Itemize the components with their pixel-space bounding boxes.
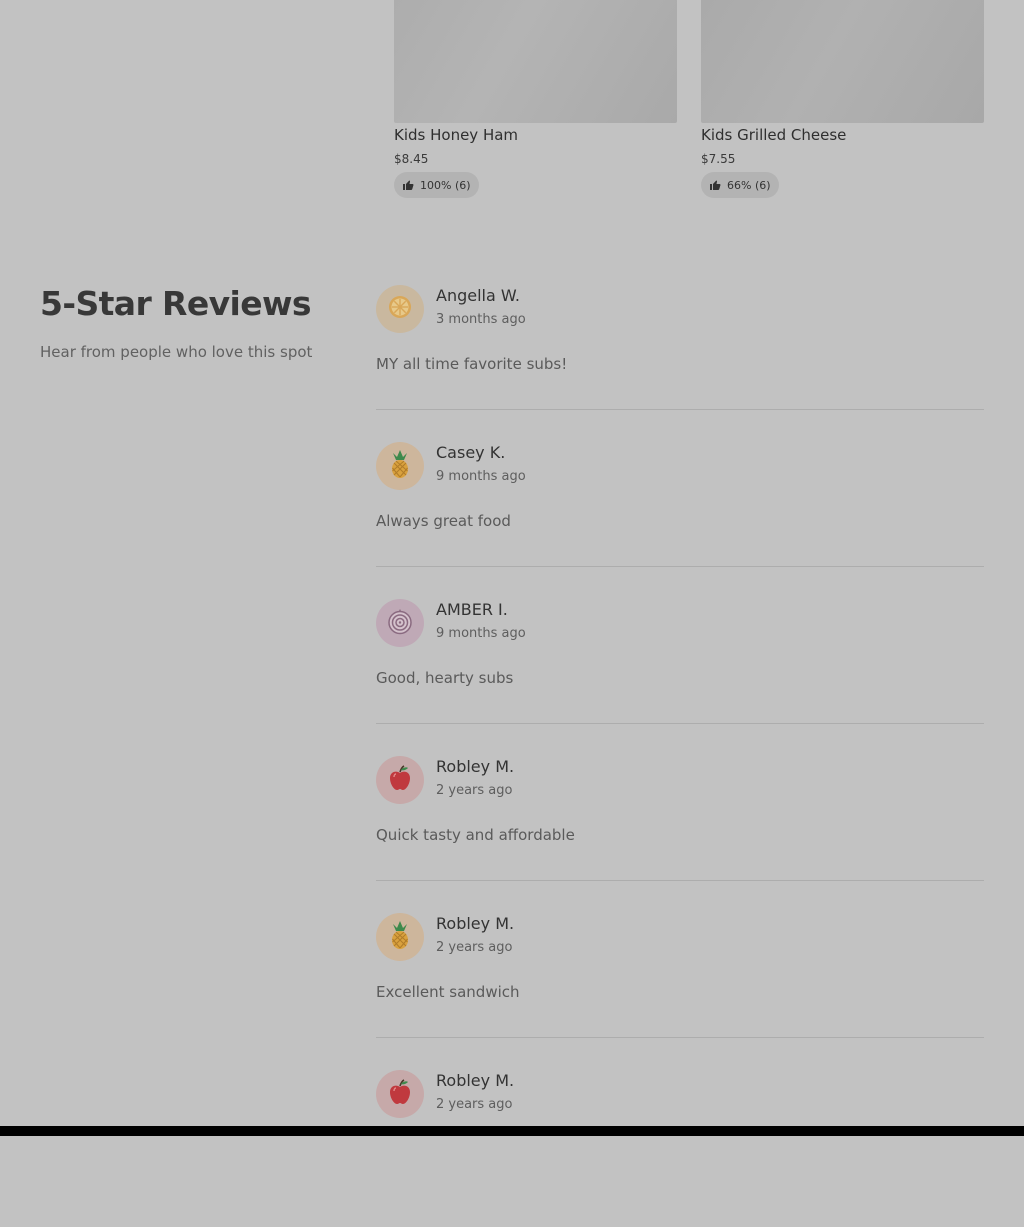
avatar	[376, 442, 424, 490]
review-item: AMBER I. 9 months ago Good, hearty subs	[376, 599, 984, 756]
product-card[interactable]: Kids Grilled Cheese $7.55 66% (6)	[701, 0, 984, 198]
thumbs-up-icon	[709, 179, 721, 191]
review-author: Casey K.	[436, 443, 506, 462]
section-subtitle: Hear from people who love this spot	[40, 343, 313, 361]
apple-icon	[386, 1078, 414, 1110]
section-title: 5-Star Reviews	[40, 284, 312, 323]
product-image[interactable]	[701, 0, 984, 123]
review-time: 2 years ago	[436, 783, 513, 798]
divider	[376, 1037, 984, 1038]
product-price: $7.55	[701, 152, 736, 166]
rating-badge: 100% (6)	[394, 172, 479, 198]
review-time: 2 years ago	[436, 940, 513, 955]
onion-icon	[386, 607, 414, 639]
avatar	[376, 756, 424, 804]
review-author: Angella W.	[436, 286, 520, 305]
review-time: 9 months ago	[436, 626, 526, 641]
product-card[interactable]: Kids Honey Ham $8.45 100% (6)	[394, 0, 677, 198]
review-text: MY all time favorite subs!	[376, 355, 568, 373]
divider	[376, 566, 984, 567]
avatar	[376, 913, 424, 961]
avatar	[376, 599, 424, 647]
divider	[376, 880, 984, 881]
review-time: 2 years ago	[436, 1097, 513, 1112]
review-author: Robley M.	[436, 914, 515, 933]
review-text: Quick tasty and affordable	[376, 826, 575, 844]
review-author: Robley M.	[436, 757, 515, 776]
divider	[376, 723, 984, 724]
product-name: Kids Honey Ham	[394, 126, 519, 144]
divider	[376, 409, 984, 410]
review-text: Always great food	[376, 512, 511, 530]
product-price: $8.45	[394, 152, 429, 166]
review-item: Robley M. 2 years ago Excellent sandwich	[376, 913, 984, 1070]
apple-icon	[386, 764, 414, 796]
thumbs-up-icon	[402, 179, 414, 191]
review-item: Robley M. 2 years ago	[376, 1070, 984, 1227]
product-image[interactable]	[394, 0, 677, 123]
pineapple-icon	[387, 920, 413, 954]
avatar	[376, 285, 424, 333]
avatar	[376, 1070, 424, 1118]
bottom-edge	[0, 1126, 1024, 1136]
review-text: Excellent sandwich	[376, 983, 520, 1001]
rating-text: 66% (6)	[727, 178, 771, 192]
pineapple-icon	[387, 449, 413, 483]
review-author: AMBER I.	[436, 600, 508, 619]
review-item: Robley M. 2 years ago Quick tasty and af…	[376, 756, 984, 913]
review-time: 3 months ago	[436, 312, 526, 327]
review-author: Robley M.	[436, 1071, 515, 1090]
review-item: Casey K. 9 months ago Always great food	[376, 442, 984, 599]
rating-text: 100% (6)	[420, 178, 471, 192]
review-time: 9 months ago	[436, 469, 526, 484]
lemon-icon	[387, 294, 413, 324]
product-name: Kids Grilled Cheese	[701, 126, 847, 144]
review-item: Angella W. 3 months ago MY all time favo…	[376, 285, 984, 442]
rating-badge: 66% (6)	[701, 172, 779, 198]
review-text: Good, hearty subs	[376, 669, 514, 687]
